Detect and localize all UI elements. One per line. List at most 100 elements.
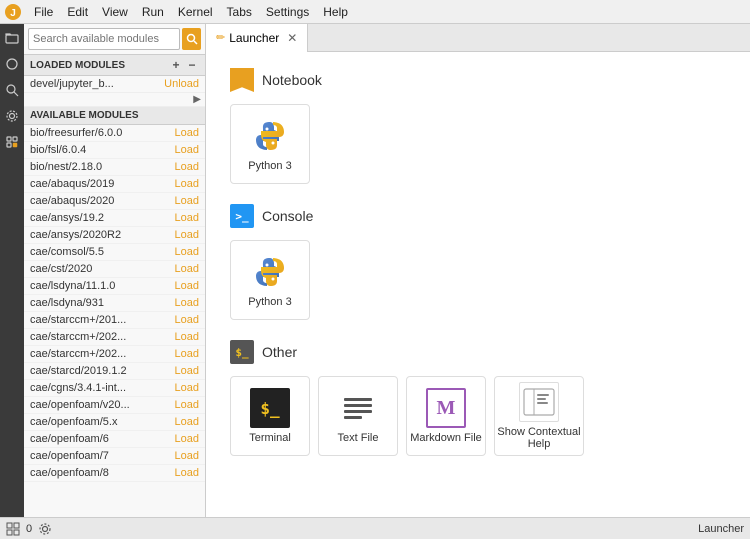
sidebar-icon-circle[interactable]: [2, 54, 22, 74]
help-card[interactable]: Show Contextual Help: [494, 376, 584, 456]
load-button[interactable]: Load: [175, 212, 199, 224]
load-button[interactable]: Load: [175, 331, 199, 343]
markdown-card[interactable]: M Markdown File: [406, 376, 486, 456]
module-name: cae/comsol/5.5: [30, 246, 104, 258]
dollar-sign-icon: $_: [230, 340, 254, 364]
module-name: cae/starccm+/201...: [30, 314, 126, 326]
load-button[interactable]: Load: [175, 229, 199, 241]
load-button[interactable]: Load: [175, 297, 199, 309]
console-section-label: Console: [262, 208, 313, 224]
module-name: bio/freesurfer/6.0.0: [30, 127, 122, 139]
notebook-section-label: Notebook: [262, 72, 322, 88]
menubar: J File Edit View Run Kernel Tabs Setting…: [0, 0, 750, 24]
module-name: bio/nest/2.18.0: [30, 161, 102, 173]
load-button[interactable]: Load: [175, 127, 199, 139]
module-name: cae/lsdyna/11.1.0: [30, 280, 115, 292]
module-name: cae/openfoam/5.x: [30, 416, 117, 428]
menu-view[interactable]: View: [96, 3, 134, 21]
console-cards: Python 3: [230, 240, 726, 320]
statusbar-left: 0: [6, 522, 52, 536]
module-name: cae/starccm+/202...: [30, 331, 126, 343]
unload-button[interactable]: Unload: [164, 78, 199, 90]
add-module-button[interactable]: +: [169, 58, 183, 72]
textfile-icon: [340, 394, 376, 423]
launcher-tab-label: Launcher: [229, 31, 279, 45]
textfile-line-4: [344, 416, 362, 419]
module-name: cae/openfoam/6: [30, 433, 109, 445]
scroll-right-arrow[interactable]: ▶: [193, 94, 201, 105]
module-name: cae/openfoam/7: [30, 450, 109, 462]
module-row: cae/starcd/2019.1.2 Load: [24, 363, 205, 380]
sidebar-icon-gear[interactable]: [2, 106, 22, 126]
module-name: cae/ansys/19.2: [30, 212, 104, 224]
loaded-modules-label: LOADED MODULES: [30, 60, 125, 71]
collapse-loaded-button[interactable]: −: [185, 58, 199, 72]
module-name: cae/openfoam/8: [30, 467, 109, 479]
module-name: cae/starcd/2019.1.2: [30, 365, 127, 377]
module-name: cae/abaqus/2019: [30, 178, 114, 190]
launcher-tab-icon: ✏: [216, 31, 225, 44]
load-button[interactable]: Load: [175, 433, 199, 445]
notebook-python3-card[interactable]: Python 3: [230, 104, 310, 184]
menu-settings[interactable]: Settings: [260, 3, 315, 21]
load-button[interactable]: Load: [175, 280, 199, 292]
sidebar-icon-folder[interactable]: [2, 28, 22, 48]
load-button[interactable]: Load: [175, 467, 199, 479]
textfile-line-2: [344, 404, 372, 407]
module-name: bio/fsl/6.0.4: [30, 144, 86, 156]
menu-edit[interactable]: Edit: [61, 3, 94, 21]
tab-close-button[interactable]: ✕: [287, 31, 297, 45]
search-input[interactable]: [28, 28, 180, 50]
launcher-content: Notebook: [206, 52, 750, 517]
terminal-card[interactable]: $_ Terminal: [230, 376, 310, 456]
module-row: cae/abaqus/2020 Load: [24, 193, 205, 210]
console-section-title: >_ Console: [230, 204, 726, 228]
module-row: cae/openfoam/8 Load: [24, 465, 205, 482]
help-card-label: Show Contextual Help: [495, 426, 583, 450]
statusbar: 0 Launcher: [0, 517, 750, 539]
load-button[interactable]: Load: [175, 246, 199, 258]
load-button[interactable]: Load: [175, 348, 199, 360]
search-button[interactable]: [182, 28, 201, 50]
load-button[interactable]: Load: [175, 178, 199, 190]
contextual-help-icon: [519, 382, 559, 422]
module-row: cae/openfoam/5.x Load: [24, 414, 205, 431]
markdown-card-label: Markdown File: [410, 432, 482, 444]
module-row: bio/freesurfer/6.0.0 Load: [24, 125, 205, 142]
load-button[interactable]: Load: [175, 161, 199, 173]
menu-help[interactable]: Help: [317, 3, 354, 21]
modules-panel: LOADED MODULES + − devel/jupyter_b... Un…: [24, 24, 206, 517]
textfile-line-1: [344, 398, 372, 401]
sidebar-icon-puzzle[interactable]: [2, 132, 22, 152]
load-button[interactable]: Load: [175, 399, 199, 411]
module-row: cae/cgns/3.4.1-int... Load: [24, 380, 205, 397]
module-row: cae/ansys/19.2 Load: [24, 210, 205, 227]
console-python3-card[interactable]: Python 3: [230, 240, 310, 320]
launcher-tab[interactable]: ✏ Launcher ✕: [206, 24, 308, 52]
menu-tabs[interactable]: Tabs: [221, 3, 258, 21]
textfile-card[interactable]: Text File: [318, 376, 398, 456]
sidebar-icon-search[interactable]: [2, 80, 22, 100]
load-button[interactable]: Load: [175, 450, 199, 462]
load-button[interactable]: Load: [175, 195, 199, 207]
terminal-prompt-icon: >_: [230, 204, 254, 228]
loaded-module-row: devel/jupyter_b... Unload: [24, 76, 205, 93]
load-button[interactable]: Load: [175, 416, 199, 428]
menu-kernel[interactable]: Kernel: [172, 3, 219, 21]
notebook-section-title: Notebook: [230, 68, 726, 92]
load-button[interactable]: Load: [175, 382, 199, 394]
other-section-label: Other: [262, 344, 297, 360]
module-row: bio/fsl/6.0.4 Load: [24, 142, 205, 159]
markdown-icon: M: [426, 388, 466, 428]
load-button[interactable]: Load: [175, 365, 199, 377]
load-button[interactable]: Load: [175, 144, 199, 156]
textfile-line-3: [344, 410, 372, 413]
module-name: cae/cgns/3.4.1-int...: [30, 382, 126, 394]
module-name: cae/lsdyna/931: [30, 297, 104, 309]
load-button[interactable]: Load: [175, 263, 199, 275]
menu-file[interactable]: File: [28, 3, 59, 21]
module-row: cae/starccm+/202... Load: [24, 346, 205, 363]
menu-run[interactable]: Run: [136, 3, 170, 21]
load-button[interactable]: Load: [175, 314, 199, 326]
other-section-title: $_ Other: [230, 340, 726, 364]
